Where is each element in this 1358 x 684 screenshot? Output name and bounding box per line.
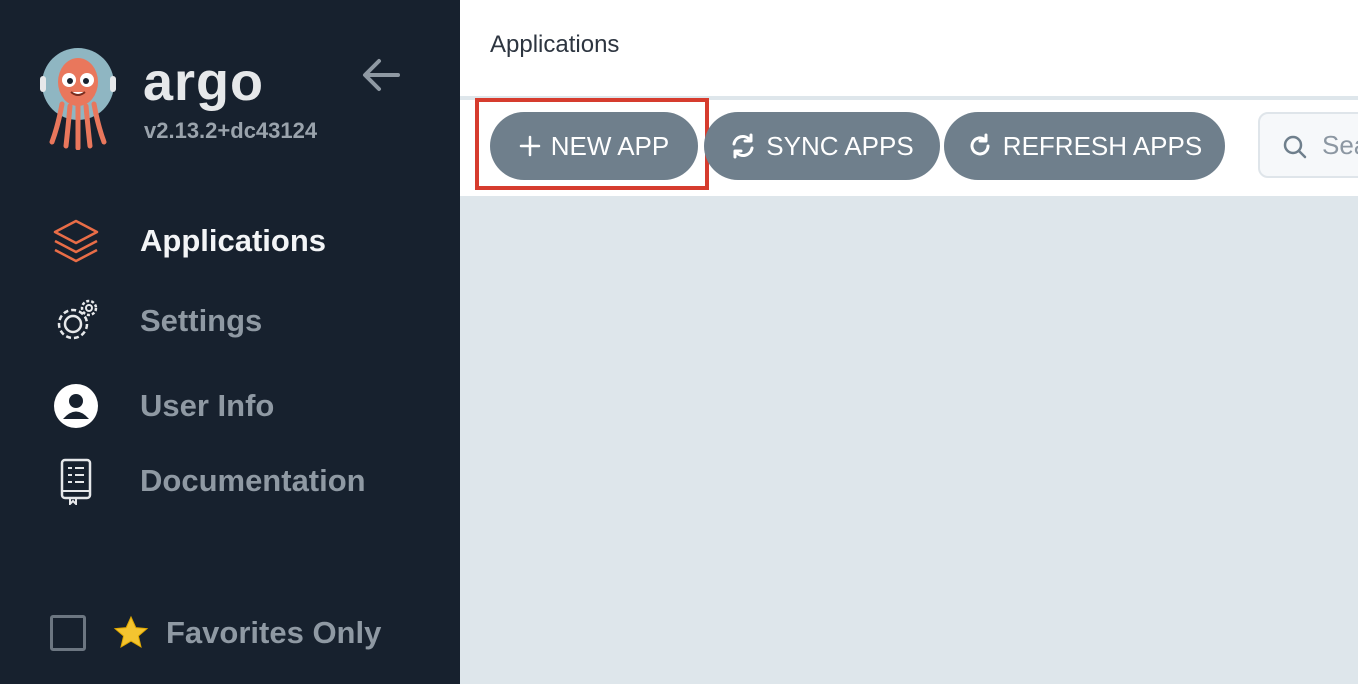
toolbar: NEW APP SYNC APPS REFRESH APPS [460,98,1358,196]
new-app-button[interactable]: NEW APP [490,112,698,180]
search-box[interactable] [1258,112,1358,178]
argo-logo [40,48,116,150]
refresh-apps-label: REFRESH APPS [1002,130,1203,161]
search-input[interactable] [1322,128,1358,162]
sync-icon [730,133,756,159]
collapse-sidebar-arrow-icon[interactable] [360,56,402,94]
brand-name: argo [143,52,265,112]
sidebar-item-settings[interactable]: Settings [50,296,430,346]
version-label: v2.13.2+dc43124 [144,118,318,143]
star-icon [113,615,149,649]
sidebar-item-user-info[interactable]: User Info [50,381,430,431]
favorites-label: Favorites Only [166,615,382,650]
user-circle-icon [50,381,102,431]
page-title: Applications [490,31,620,58]
sidebar: argo v2.13.2+dc43124 Applications Settin… [0,0,460,684]
favorites-filter: Favorites Only [50,612,430,654]
refresh-apps-button[interactable]: REFRESH APPS [944,112,1225,180]
favorites-checkbox[interactable] [50,615,86,651]
search-icon [1283,135,1307,159]
plus-icon [519,135,541,157]
book-icon [50,456,102,506]
applications-content-area [460,196,1358,684]
gears-icon [50,296,102,346]
sidebar-item-label: User Info [140,388,275,423]
refresh-icon [967,133,993,159]
sidebar-item-label: Documentation [140,463,366,498]
sync-apps-button[interactable]: SYNC APPS [704,112,940,180]
sidebar-item-documentation[interactable]: Documentation [50,456,430,506]
sync-apps-label: SYNC APPS [766,130,914,161]
new-app-label: NEW APP [550,130,670,161]
stack-layers-icon [50,216,102,266]
sidebar-item-label: Applications [140,223,327,258]
sidebar-item-applications[interactable]: Applications [50,216,430,266]
top-bar: Applications [460,0,1358,96]
sidebar-item-label: Settings [140,303,263,338]
